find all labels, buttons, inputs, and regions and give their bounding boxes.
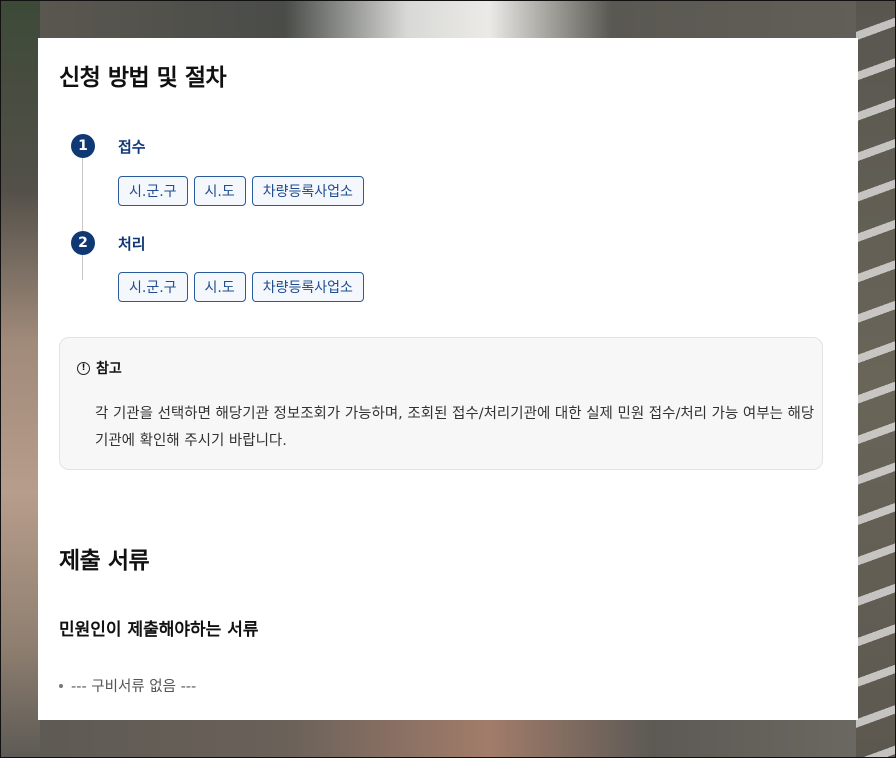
- agency-chips: 시.군.구 시.도 차량등록사업소: [118, 176, 364, 206]
- procedure-title: 신청 방법 및 절차: [59, 65, 227, 91]
- background-photo-bottom: [40, 720, 856, 758]
- step-number-badge: 2: [71, 231, 95, 255]
- bullet-icon: [59, 683, 63, 688]
- agency-chip-vehicle-registration[interactable]: 차량등록사업소: [251, 272, 364, 302]
- document-list-item: --- 구비서류 없음 ---: [59, 675, 196, 696]
- background-photo-left: [0, 0, 40, 758]
- agency-chip-sigungu[interactable]: 시.군.구: [118, 272, 188, 302]
- step-label: 처리: [118, 235, 146, 253]
- info-circle-icon: !: [77, 361, 90, 375]
- documents-title: 제출 서류: [59, 548, 150, 574]
- step-label: 접수: [118, 138, 146, 156]
- document-item-text: --- 구비서류 없음 ---: [71, 679, 197, 695]
- agency-chips: 시.군.구 시.도 차량등록사업소: [118, 272, 364, 302]
- agency-chip-sigungu[interactable]: 시.군.구: [118, 176, 188, 206]
- content-panel: 신청 방법 및 절차 1 접수 시.군.구 시.도 차량등록사업소 2 처리 시…: [38, 38, 858, 720]
- note-header: ! 참고: [77, 358, 122, 378]
- background-photo-top: [40, 0, 856, 38]
- note-title: 참고: [96, 361, 122, 377]
- agency-chip-sido[interactable]: 시.도: [193, 176, 246, 206]
- agency-chip-vehicle-registration[interactable]: 차량등록사업소: [251, 176, 364, 206]
- agency-chip-sido[interactable]: 시.도: [193, 272, 246, 302]
- documents-subtitle: 민원인이 제출해야하는 서류: [59, 620, 259, 640]
- reference-note-box: ! 참고 각 기관을 선택하면 해당기관 정보조회가 가능하며, 조회된 접수/…: [59, 337, 823, 470]
- step-number-badge: 1: [71, 134, 95, 158]
- background-photo-right: [856, 0, 896, 758]
- step-connector-line: [82, 148, 83, 280]
- note-body: 각 기관을 선택하면 해당기관 정보조회가 가능하며, 조회된 접수/처리기관에…: [95, 406, 815, 449]
